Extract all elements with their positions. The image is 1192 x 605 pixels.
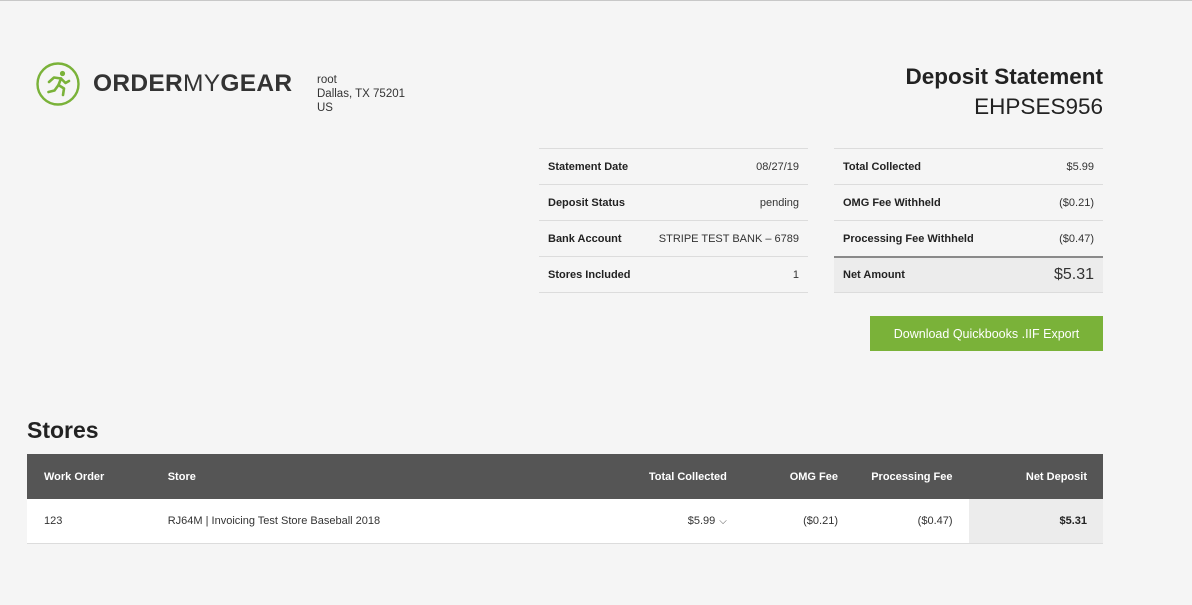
detail-label: Statement Date: [539, 148, 650, 185]
address-block: root Dallas, TX 75201 US: [317, 73, 405, 115]
statement-details-table: Statement Date 08/27/19 Deposit Status p…: [539, 148, 808, 293]
cell-omg-fee: ($0.21): [729, 499, 841, 544]
stores-heading: Stores: [27, 417, 99, 443]
column-header-work-order: Work Order: [27, 454, 168, 499]
brand-logo[interactable]: ORDERMYGEAR: [36, 62, 292, 106]
detail-row-deposit-status: Deposit Status pending: [539, 184, 808, 221]
brand-name-gear: GEAR: [220, 69, 293, 97]
detail-value: 08/27/19: [649, 148, 808, 185]
cell-net-deposit: $5.31: [968, 499, 1103, 544]
statement-id: EHPSES956: [974, 94, 1103, 119]
total-row-net-amount: Net Amount $5.31: [834, 256, 1103, 293]
cell-total-collected-toggle[interactable]: $5.99 ⌵: [566, 499, 730, 544]
total-row-omg-fee: OMG Fee Withheld ($0.21): [834, 184, 1103, 221]
table-row: 123 RJ64M | Invoicing Test Store Basebal…: [27, 499, 1103, 544]
total-value: ($0.47): [1027, 220, 1103, 257]
detail-value: 1: [649, 256, 808, 293]
column-header-net-deposit: Net Deposit: [968, 454, 1103, 499]
total-row-collected: Total Collected $5.99: [834, 148, 1103, 185]
total-label: OMG Fee Withheld: [834, 184, 1028, 221]
total-label: Total Collected: [834, 148, 1028, 185]
stores-table: Work Order Store Total Collected OMG Fee…: [27, 454, 1103, 544]
cell-processing-fee: ($0.47): [841, 499, 969, 544]
column-header-processing-fee: Processing Fee: [841, 454, 969, 499]
net-amount-value: $5.31: [1027, 256, 1103, 293]
total-label: Processing Fee Withheld: [834, 220, 1028, 257]
brand-name-order: ORDER: [93, 69, 183, 97]
cell-total-collected: $5.99: [687, 515, 716, 527]
address-line-1: root: [317, 74, 337, 86]
detail-label: Stores Included: [539, 256, 650, 293]
column-header-store: Store: [167, 454, 567, 499]
total-row-processing-fee: Processing Fee Withheld ($0.47): [834, 220, 1103, 257]
column-header-omg-fee: OMG Fee: [729, 454, 841, 499]
detail-row-stores-included: Stores Included 1: [539, 256, 808, 293]
detail-row-statement-date: Statement Date 08/27/19: [539, 148, 808, 185]
detail-label: Deposit Status: [539, 184, 650, 221]
detail-row-bank-account: Bank Account STRIPE TEST BANK – 6789: [539, 220, 808, 257]
cell-work-order: 123: [27, 499, 168, 544]
stores-table-header: Work Order Store Total Collected OMG Fee…: [27, 454, 1103, 499]
column-header-total-collected: Total Collected: [566, 454, 730, 499]
address-line-3: US: [317, 102, 333, 114]
detail-value: pending: [649, 184, 808, 221]
brand-name-my: MY: [182, 69, 221, 97]
page-title: Deposit Statement: [905, 64, 1103, 89]
address-line-2: Dallas, TX 75201: [317, 88, 406, 100]
total-value: $5.99: [1027, 148, 1103, 185]
statement-header: Deposit Statement EHPSES956: [905, 63, 1103, 123]
totals-table: Total Collected $5.99 OMG Fee Withheld (…: [834, 148, 1103, 293]
detail-value: STRIPE TEST BANK – 6789: [649, 220, 808, 257]
download-iif-export-button[interactable]: Download Quickbooks .IIF Export: [870, 316, 1103, 351]
chevron-down-icon[interactable]: ⌵: [719, 516, 727, 527]
cell-store: RJ64M | Invoicing Test Store Baseball 20…: [167, 499, 567, 544]
net-amount-label: Net Amount: [834, 256, 1028, 293]
brand-wordmark: ORDERMYGEAR: [93, 69, 293, 97]
total-value: ($0.21): [1027, 184, 1103, 221]
detail-label: Bank Account: [539, 220, 650, 257]
runner-logo-icon: [36, 62, 80, 106]
